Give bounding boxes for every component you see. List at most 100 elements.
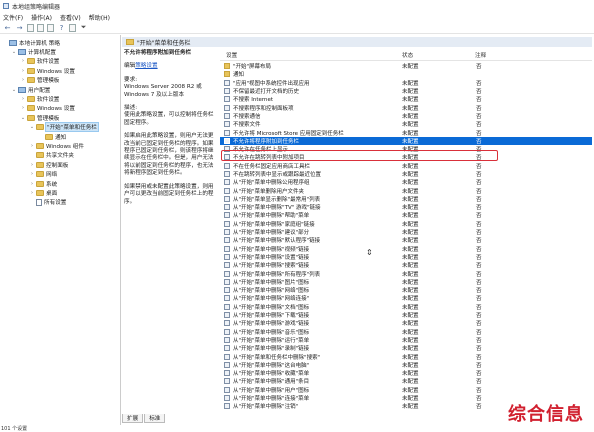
expand-down-icon[interactable]: ⌄ <box>11 49 17 55</box>
setting-row[interactable]: 不允许将 Microsoft Store 应用固定到任务栏 未配置 否 <box>220 128 592 137</box>
setting-note: 否 <box>476 205 482 212</box>
menu-file[interactable]: 文件(F) <box>3 13 23 22</box>
tree-item[interactable]: 共享文件夹 <box>29 151 74 160</box>
setting-row[interactable]: 从"开始"菜单中删除"音乐"图标 未配置 否 <box>220 328 592 336</box>
properties-icon[interactable] <box>47 23 54 32</box>
tree-item[interactable]: › 系统 <box>29 179 57 188</box>
setting-row[interactable]: 不搜索程序和控制面板项 未配置 否 <box>220 103 592 112</box>
setting-name: 从"开始"菜单中删除"TV" 游戏"链接 <box>233 205 321 212</box>
expand-right-icon[interactable]: › <box>20 77 26 83</box>
menu-view[interactable]: 查看(V) <box>60 13 81 22</box>
setting-row[interactable]: 从"开始"菜单显示删除"最常用"列表 未配置 否 <box>220 195 592 203</box>
setting-row[interactable]: 从"开始"菜单删除用户文件夹 未配置 否 <box>220 186 592 195</box>
expand-right-icon[interactable]: › <box>29 143 35 149</box>
setting-row[interactable]: 从"开始"菜单中删除"这台电脑" 未配置 否 <box>220 361 592 369</box>
column-state[interactable]: 状态 <box>402 51 413 59</box>
setting-row[interactable]: 从"开始"菜单中删除"搜索"链接 未配置 否 <box>220 261 592 269</box>
setting-name: 从"开始"菜单中删除"音乐"图标 <box>233 329 310 336</box>
setting-row[interactable]: 不在任务栏固定应用商店工具栏 未配置 否 <box>220 162 592 170</box>
policy-setting-icon <box>224 378 230 385</box>
back-arrow-icon[interactable]: ← <box>3 24 12 32</box>
policy-setting-icon <box>224 129 230 136</box>
setting-row[interactable]: 从"开始"菜单中删除"文档"图标 未配置 否 <box>220 303 592 311</box>
setting-row[interactable]: 不搜索文件 未配置 否 <box>220 120 592 128</box>
tree-item[interactable]: ⌄ "开始"菜单和任务栏 <box>29 122 99 133</box>
setting-row[interactable]: 从"开始"菜单中删除"网络连接" 未配置 否 <box>220 294 592 302</box>
setting-row[interactable]: 从"开始"菜单中删除公用程序组 未配置 否 <box>220 178 592 186</box>
setting-name: 不搜索 Internet <box>233 97 274 104</box>
expand-right-icon[interactable]: › <box>20 68 26 74</box>
menu-help[interactable]: 帮助(H) <box>89 13 110 22</box>
show-tree-icon[interactable] <box>37 23 44 32</box>
expand-down-icon[interactable]: ⌄ <box>29 124 35 130</box>
setting-row[interactable]: 从"开始"菜单中删除"网络"图标 未配置 否 <box>220 286 592 294</box>
setting-row[interactable]: 从"开始"菜单中删除"用户"图标 未配置 否 <box>220 386 592 394</box>
expand-right-icon[interactable]: › <box>20 58 26 64</box>
setting-row[interactable]: 从"开始"菜单中删除"下载"链接 未配置 否 <box>220 311 592 319</box>
setting-row[interactable]: 从"开始"菜单中删除"帮助"菜单 未配置 否 <box>220 211 592 219</box>
forward-arrow-icon[interactable]: → <box>15 24 24 32</box>
setting-row[interactable]: 从"开始"菜单中删除"设置"链接 未配置 否 <box>220 253 592 261</box>
tree-item[interactable]: › 软件设置 <box>20 94 59 103</box>
setting-row[interactable]: 从"开始"菜单中删除"通用"条目 未配置 否 <box>220 377 592 385</box>
tree-item[interactable]: › Windows 设置 <box>20 104 75 113</box>
setting-row[interactable]: 从"开始"菜单中删除"建议"部分 未配置 否 <box>220 228 592 236</box>
selected-setting-row[interactable]: 不允许将程序附加到任务栏 未配置 否 <box>220 136 592 145</box>
tree-item[interactable]: ⌄ 计算机配置 <box>11 47 56 56</box>
tree-item[interactable]: › 控制面板 <box>29 160 68 169</box>
column-setting[interactable]: 设置 <box>226 51 237 59</box>
setting-note: 否 <box>476 188 482 195</box>
folder-icon <box>224 71 230 78</box>
setting-row[interactable]: 从"开始"菜单中删除"录制"链接 未配置 否 <box>220 344 592 352</box>
tree-item[interactable]: 通知 <box>38 132 66 141</box>
up-folder-icon[interactable] <box>27 23 34 32</box>
setting-row[interactable]: 从"开始"菜单中删除"视频"链接 未配置 否 <box>220 245 592 253</box>
filter-icon[interactable]: ⏷ <box>79 23 88 32</box>
expand-right-icon[interactable]: › <box>20 105 26 111</box>
setting-row[interactable]: "开始"屏幕布局 未配置 否 <box>220 62 592 70</box>
tree-item[interactable]: ⌄ 用户配置 <box>11 85 50 94</box>
edit-policy-link[interactable]: 策略设置 <box>135 63 157 69</box>
setting-row[interactable]: 不搜索通信 未配置 否 <box>220 112 592 120</box>
setting-row[interactable]: 不保留最近打开文档的历史 未配置 否 <box>220 87 592 95</box>
setting-row[interactable]: "应用"视图中系统控件出现应用 未配置 否 <box>220 79 592 87</box>
setting-row[interactable]: 从"开始"菜单中删除"游戏"链接 未配置 否 <box>220 319 592 327</box>
setting-row[interactable]: 不允许在任务栏上显示 未配置 否 <box>220 145 592 153</box>
setting-row[interactable]: 不搜索 Internet 未配置 否 <box>220 95 592 103</box>
expand-down-icon[interactable]: ⌄ <box>20 115 26 121</box>
setting-row[interactable]: 从"开始"菜单中删除"默认程序"链接 未配置 否 <box>220 236 592 244</box>
help-icon[interactable]: ? <box>57 24 66 32</box>
setting-name: 不搜索程序和控制面板项 <box>233 105 294 112</box>
expand-right-icon[interactable]: › <box>20 96 26 102</box>
tab-extended[interactable]: 扩展 <box>122 414 144 423</box>
tree-item[interactable]: › 管理模板 <box>20 76 59 85</box>
setting-row[interactable]: 从"开始"菜单中删除"所有程序"列表 未配置 否 <box>220 269 592 278</box>
edit-prefix: 编辑 <box>124 63 136 70</box>
help-pane-icon[interactable] <box>69 23 76 32</box>
expand-right-icon[interactable]: › <box>29 181 35 187</box>
setting-row[interactable]: 从"开始"菜单中删除"运行"菜单 未配置 否 <box>220 336 592 344</box>
expand-right-icon[interactable]: › <box>29 162 35 168</box>
column-note[interactable]: 注释 <box>475 51 486 59</box>
tree-item[interactable]: ⌄ 管理模板 <box>20 113 59 122</box>
setting-row[interactable]: 从"开始"菜单中删除"图片"图标 未配置 否 <box>220 278 592 286</box>
setting-row[interactable]: 从"开始"菜单和任务栏中删除"搜索" 未配置 否 <box>220 352 592 361</box>
setting-row[interactable]: 从"开始"菜单中删除"家庭组"链接 未配置 否 <box>220 220 592 228</box>
expand-down-icon[interactable]: ⌄ <box>11 87 17 93</box>
setting-row[interactable]: 不在跳转列表中显示或跟踪最近位置 未配置 否 <box>220 170 592 178</box>
setting-row[interactable]: 从"开始"菜单中删除"TV" 游戏"链接 未配置 否 <box>220 203 592 211</box>
tree-item[interactable]: › 软件设置 <box>20 57 59 66</box>
tree-item[interactable]: › 桌面 <box>29 188 57 197</box>
menu-action[interactable]: 操作(A) <box>31 13 52 22</box>
tab-standard[interactable]: 标准 <box>144 414 166 423</box>
expand-right-icon[interactable]: › <box>29 171 35 177</box>
tree-item[interactable]: › 网络 <box>29 170 57 179</box>
tree-item[interactable]: 所有设置 <box>29 198 66 207</box>
setting-row[interactable]: 从"开始"菜单中删除"收藏"菜单 未配置 否 <box>220 369 592 377</box>
setting-row[interactable]: 通知 <box>220 70 592 78</box>
setting-row[interactable]: 不允许在跳转列表中附加项目 未配置 否 <box>220 153 592 161</box>
tree-item[interactable]: › Windows 设置 <box>20 66 75 75</box>
tree-item[interactable]: 本地计算机 策略 <box>2 38 60 47</box>
tree-item[interactable]: › Windows 组件 <box>29 141 84 150</box>
expand-right-icon[interactable]: › <box>29 190 35 196</box>
